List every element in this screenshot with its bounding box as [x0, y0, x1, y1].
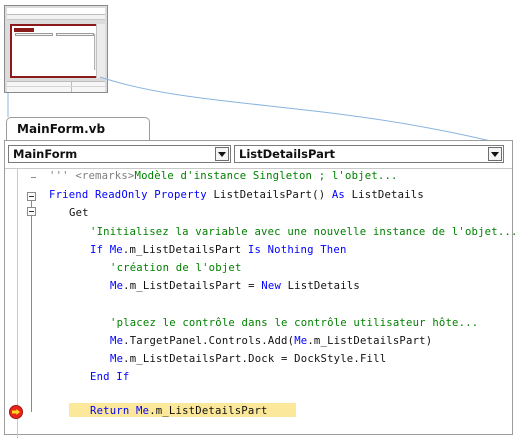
class-name-dropdown[interactable]: MainForm	[8, 145, 231, 163]
code-line-12: Return Me.m_ListDetailsPart	[90, 404, 268, 419]
keyword: New	[261, 280, 288, 292]
identifier: .m_ListDetailsPart)	[307, 335, 433, 347]
keyword: Me	[110, 280, 124, 292]
thumbnail-tab	[14, 28, 34, 32]
dropdown-arrow-icon[interactable]	[215, 147, 229, 161]
identifier: .TargetPanel.Controls.Add(	[123, 335, 295, 347]
comment-text: Modèle d'instance Singleton ; l'objet...	[134, 170, 398, 182]
keyword: Me	[109, 244, 123, 256]
navigation-bar: MainForm ListDetailsPart	[5, 141, 512, 169]
member-name-value: ListDetailsPart	[239, 147, 335, 161]
class-name-value: MainForm	[13, 147, 78, 161]
tab-label: MainForm.vb	[17, 122, 106, 136]
identifier: .m_ListDetailsPart.Dock = DockStyle.Fill	[123, 353, 387, 365]
thumbnail-toolbar	[7, 15, 105, 20]
keyword: Me	[136, 405, 150, 417]
keyword: As	[331, 189, 352, 201]
identifier: ListDetails	[287, 280, 360, 292]
thumbnail-pane-divider	[71, 82, 72, 92]
identifier: ListDetailsPart()	[213, 189, 332, 201]
code-line-10: Me.m_ListDetailsPart.Dock = DockStyle.Fi…	[110, 352, 386, 367]
code-line-8: 'placez le contrôle dans le contrôle uti…	[110, 316, 478, 331]
code-line-2: Friend ReadOnly Property ListDetailsPart…	[49, 188, 424, 203]
collapse-icon[interactable]	[27, 207, 36, 216]
thumbnail-combo-right	[56, 33, 94, 36]
identifier: .m_ListDetailsPart =	[123, 280, 262, 292]
identifier: .m_ListDetailsPart	[122, 244, 248, 256]
outline-end-marker	[31, 177, 36, 178]
comment-prefix: '''	[49, 170, 76, 182]
code-line-7: Me.m_ListDetailsPart = New ListDetails	[110, 279, 360, 294]
ide-thumbnail	[4, 5, 108, 93]
comment-text: 'placez le contrôle dans le contrôle uti…	[110, 317, 479, 329]
comment-text: 'Initialisez la variable avec une nouvel…	[90, 226, 517, 238]
thumbnail-titlebar	[7, 8, 105, 15]
code-line-6: 'création de l'objet	[110, 261, 242, 276]
breakpoint-arrow-icon[interactable]	[9, 405, 23, 419]
keyword: Me	[110, 353, 124, 365]
code-line-5: If Me.m_ListDetailsPart Is Nothing Then	[90, 243, 347, 258]
thumbnail-bottom-pane	[7, 81, 105, 92]
keyword: Friend ReadOnly Property	[49, 189, 214, 201]
keyword: Return	[90, 405, 137, 417]
outline-line	[31, 216, 32, 412]
keyword: Me	[294, 335, 308, 347]
identifier: ListDetails	[351, 189, 424, 201]
keyword: If	[90, 244, 110, 256]
keyword-get: Get	[69, 207, 89, 219]
code-line-4: 'Initialisez la variable avec une nouvel…	[90, 225, 517, 240]
code-line-9: Me.TargetPanel.Controls.Add(Me.m_ListDet…	[110, 334, 432, 349]
keyword: End If	[90, 371, 130, 383]
thumbnail-side-pane	[96, 24, 105, 78]
thumbnail-pane-divider	[7, 86, 105, 87]
thumbnail-combo-left	[15, 33, 53, 36]
comment-text: 'création de l'objet	[110, 262, 242, 274]
member-name-dropdown[interactable]: ListDetailsPart	[234, 145, 504, 163]
collapse-icon[interactable]	[27, 192, 36, 201]
identifier: .m_ListDetailsPart	[149, 405, 268, 417]
tab-mainform-vb[interactable]: MainForm.vb	[6, 117, 150, 141]
gutter-divider	[17, 168, 18, 438]
dropdown-arrow-icon[interactable]	[488, 147, 502, 161]
thumbnail-editor-highlight	[10, 24, 102, 78]
keyword: Is Nothing Then	[247, 244, 347, 256]
code-line-11: End If	[90, 370, 129, 385]
code-line-1: ''' <remarks>Modèle d'instance Singleton…	[49, 169, 398, 184]
code-line-3: Get	[69, 206, 89, 221]
keyword: Me	[110, 335, 124, 347]
xml-doc-tag: <remarks>	[75, 170, 135, 182]
